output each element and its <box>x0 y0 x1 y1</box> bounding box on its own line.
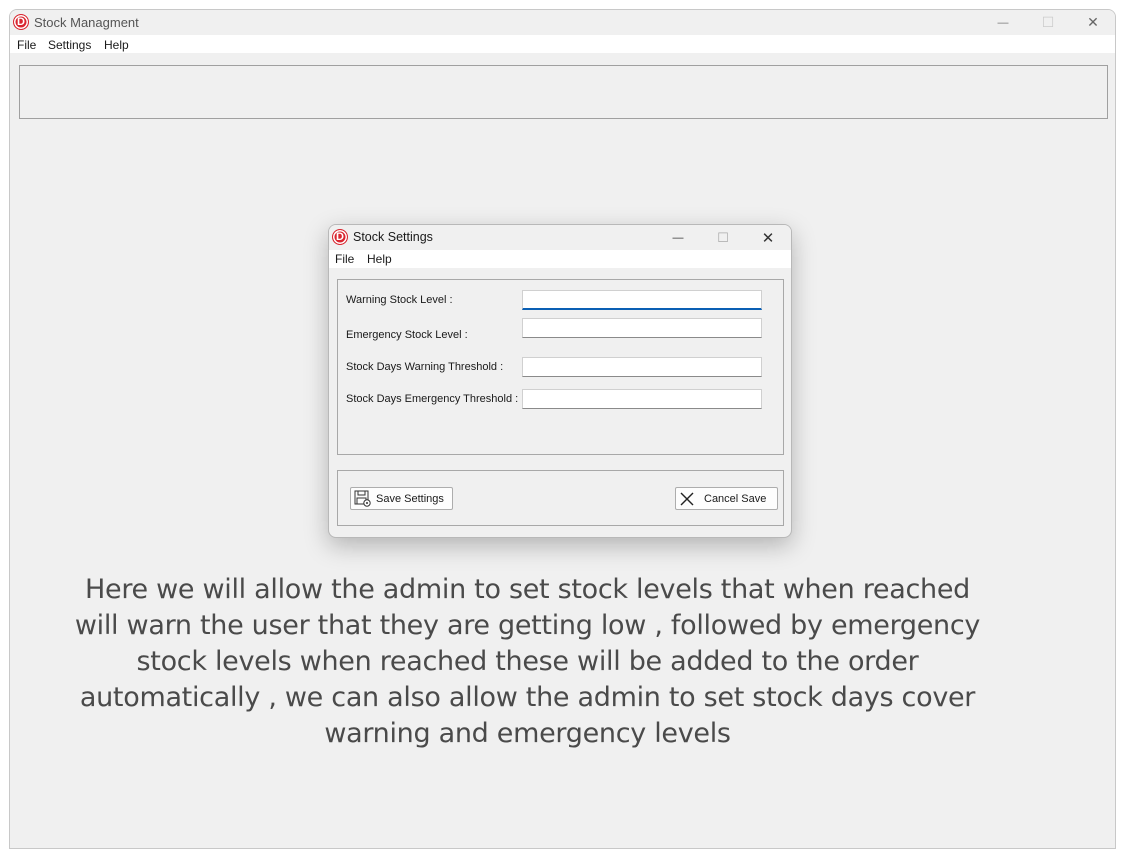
dialog-menubar: File Help <box>329 250 791 268</box>
settings-fields-group: Warning Stock Level : Emergency Stock Le… <box>337 279 784 455</box>
dialog-close-button[interactable]: ✕ <box>746 225 790 250</box>
save-settings-button[interactable]: Save Settings <box>350 487 453 510</box>
close-button[interactable]: ✕ <box>1070 10 1115 35</box>
minimize-icon: — <box>672 231 684 244</box>
dialog-titlebar[interactable]: D Stock Settings — ☐ ✕ <box>329 225 791 250</box>
cancel-save-label: Cancel Save <box>704 492 767 505</box>
stock-days-emergency-threshold-input[interactable] <box>522 389 762 409</box>
dialog-maximize-button[interactable]: ☐ <box>701 225 745 250</box>
dialog-menu-help[interactable]: Help <box>367 252 392 266</box>
app-logo-icon: D <box>13 14 29 30</box>
close-icon: ✕ <box>1087 14 1099 30</box>
actions-group: Save Settings Cancel Save <box>337 470 784 526</box>
cancel-save-button[interactable]: Cancel Save <box>675 487 778 510</box>
menu-help[interactable]: Help <box>104 38 129 52</box>
minimize-button[interactable]: — <box>980 10 1026 35</box>
save-settings-icon <box>352 490 372 508</box>
dialog-title: Stock Settings <box>353 230 433 244</box>
maximize-button[interactable]: ☐ <box>1025 10 1071 35</box>
close-icon <box>677 490 697 508</box>
main-menubar: File Settings Help <box>10 35 1115 53</box>
main-titlebar[interactable]: D Stock Managment — ☐ ✕ <box>10 10 1115 35</box>
stock-days-emergency-threshold-label: Stock Days Emergency Threshold : <box>346 393 519 405</box>
main-window-title: Stock Managment <box>34 15 139 30</box>
dialog-menu-file[interactable]: File <box>335 252 354 266</box>
emergency-stock-level-input[interactable] <box>522 318 762 338</box>
maximize-icon: ☐ <box>1041 14 1055 30</box>
close-icon: ✕ <box>761 229 775 247</box>
stock-days-warning-threshold-input[interactable] <box>522 357 762 377</box>
emergency-stock-level-label: Emergency Stock Level : <box>346 329 468 341</box>
menu-settings[interactable]: Settings <box>48 38 91 52</box>
top-panel <box>19 65 1108 119</box>
stock-settings-dialog: D Stock Settings — ☐ ✕ File Help Warning… <box>328 224 792 538</box>
stock-days-warning-threshold-label: Stock Days Warning Threshold : <box>346 361 504 373</box>
dialog-logo-icon: D <box>332 229 348 245</box>
dialog-minimize-button[interactable]: — <box>656 225 700 250</box>
save-settings-label: Save Settings <box>376 492 444 505</box>
minimize-icon: — <box>997 16 1009 29</box>
warning-stock-level-label: Warning Stock Level : <box>346 294 453 306</box>
description-caption: Here we will allow the admin to set stoc… <box>74 574 981 749</box>
menu-file[interactable]: File <box>17 38 36 52</box>
maximize-icon: ☐ <box>717 229 729 245</box>
warning-stock-level-input[interactable] <box>522 290 762 310</box>
